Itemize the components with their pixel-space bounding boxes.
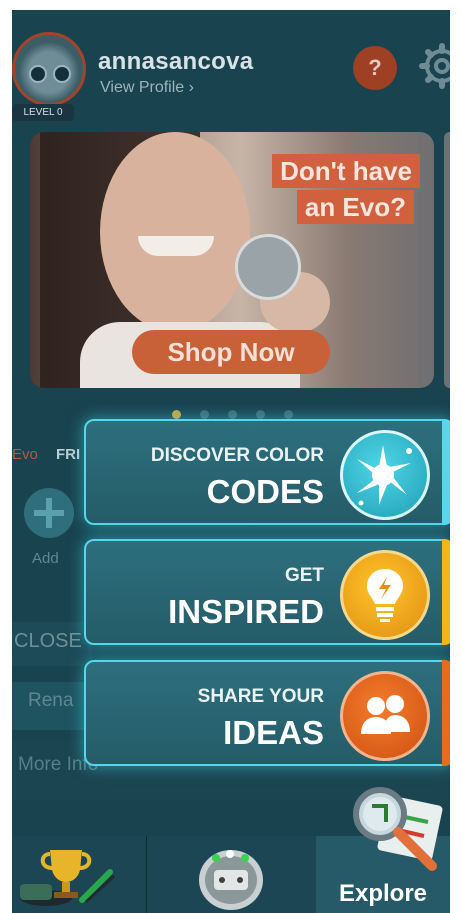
card-subtitle: DISCOVER COLOR: [150, 445, 324, 466]
profile-header: LEVEL 0 annasancova View Profile › ?: [12, 10, 450, 121]
shop-now-button[interactable]: Shop Now: [132, 330, 330, 374]
evo-robot-icon: [199, 850, 263, 910]
gear-icon[interactable]: [418, 42, 450, 90]
card-accent-strip: [442, 419, 450, 525]
promo-headline-line2: an Evo?: [296, 190, 414, 224]
explore-label: Explore: [338, 880, 428, 907]
get-inspired-card[interactable]: GET INSPIRED: [84, 539, 450, 645]
tab-friends[interactable]: FRI: [56, 446, 80, 463]
avatar-eye-right: [53, 65, 71, 83]
evo-robot-image: [235, 234, 301, 300]
view-profile-link[interactable]: View Profile ›: [100, 79, 194, 97]
magnifier-icon: [353, 787, 443, 871]
share-your-ideas-card[interactable]: SHARE YOUR IDEAS: [84, 660, 450, 766]
carousel-dot[interactable]: [172, 410, 181, 419]
username: annasancova: [98, 48, 254, 75]
card-title: CODES: [206, 473, 324, 510]
card-title: INSPIRED: [168, 593, 324, 630]
trophy-icon: [20, 850, 116, 906]
avatar-eye-left: [29, 65, 47, 83]
splash-icon: [340, 430, 430, 520]
people-icon: [340, 671, 430, 761]
card-accent-strip: [442, 660, 450, 766]
rename-label: Rena: [28, 690, 74, 711]
add-icon[interactable]: [24, 488, 74, 538]
lightbulb-icon: [340, 550, 430, 640]
banner-photo-smile: [138, 236, 214, 256]
nav-achievements[interactable]: [12, 836, 147, 913]
promo-headline-line1: Don't have: [272, 154, 420, 188]
discover-color-codes-card[interactable]: DISCOVER COLOR CODES: [84, 419, 450, 525]
carousel-dot[interactable]: [256, 410, 265, 419]
avatar[interactable]: [12, 32, 86, 106]
card-subtitle: GET: [284, 565, 324, 586]
close-label: CLOSE: [14, 630, 82, 652]
card-subtitle: SHARE YOUR: [197, 686, 324, 707]
banner-photo-face: [100, 132, 250, 332]
help-button[interactable]: ?: [353, 46, 397, 90]
carousel-dot[interactable]: [228, 410, 237, 419]
app-screen: LEVEL 0 annasancova View Profile › ? Don…: [12, 10, 450, 913]
tab-evo[interactable]: Evo: [12, 446, 38, 463]
carousel-dot[interactable]: [284, 410, 293, 419]
carousel-dot[interactable]: [200, 410, 209, 419]
nav-robot[interactable]: [146, 836, 317, 913]
card-title: IDEAS: [223, 714, 324, 751]
next-banner-peek[interactable]: [444, 132, 450, 388]
card-accent-strip: [442, 539, 450, 645]
add-label: Add: [32, 550, 59, 567]
promo-banner[interactable]: Don't have an Evo? Shop Now: [30, 132, 434, 388]
level-badge: LEVEL 0: [12, 104, 74, 121]
